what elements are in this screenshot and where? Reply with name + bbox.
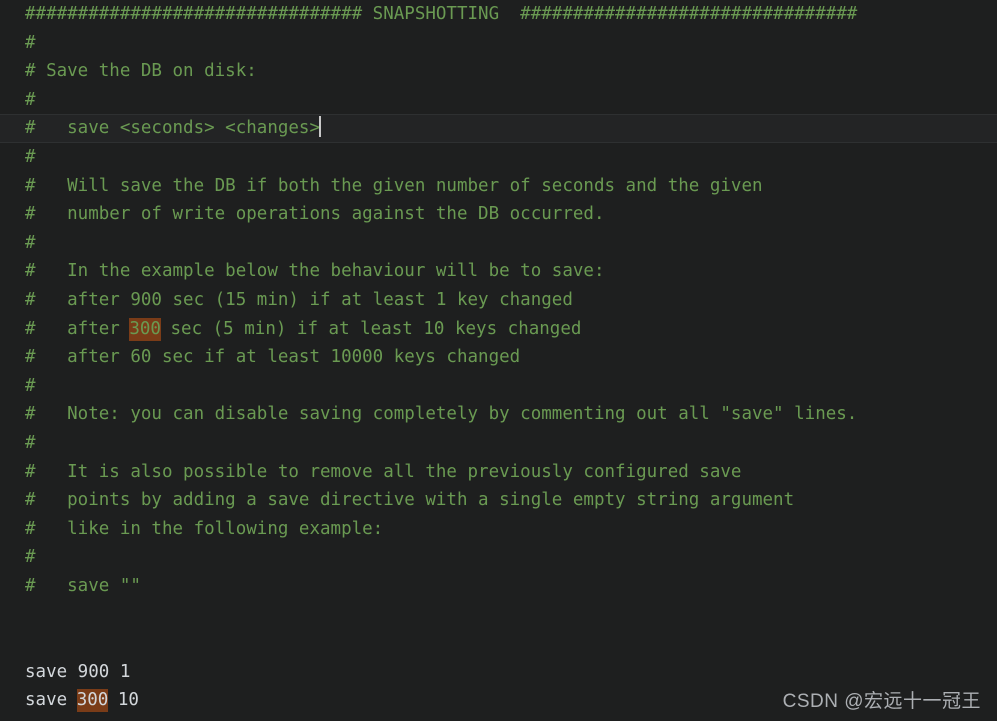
code-line[interactable]: #	[0, 229, 997, 258]
code-text: ################################ SNAPSHO…	[25, 4, 858, 24]
code-line[interactable]: save 900 1	[0, 658, 997, 687]
code-line[interactable]: # points by adding a save directive with…	[0, 486, 997, 515]
code-text: #	[25, 89, 36, 110]
code-line[interactable]: save 300 10	[0, 686, 997, 715]
code-text: #	[25, 547, 36, 568]
code-line[interactable]: # number of write operations against the…	[0, 200, 997, 229]
code-line[interactable]: #	[0, 143, 997, 172]
code-line[interactable]: # Save the DB on disk:	[0, 57, 997, 86]
code-line[interactable]: #	[0, 429, 997, 458]
code-text: # save <seconds> <changes>	[25, 118, 321, 139]
code-editor[interactable]: ################################ SNAPSHO…	[0, 0, 997, 721]
code-text: # after 60 sec if at least 10000 keys ch…	[25, 347, 521, 368]
code-text: save	[25, 690, 78, 711]
code-line[interactable]: #	[0, 86, 997, 115]
code-line[interactable]: # It is also possible to remove all the …	[0, 458, 997, 487]
code-line[interactable]: # after 900 sec (15 min) if at least 1 k…	[0, 286, 997, 315]
code-text: # points by adding a save directive with…	[25, 490, 795, 511]
code-content[interactable]: ################################ SNAPSHO…	[0, 0, 997, 721]
code-line[interactable]: # In the example below the behaviour wil…	[0, 257, 997, 286]
code-text: # after	[25, 318, 131, 339]
code-line[interactable]	[0, 600, 997, 629]
code-text: # Save the DB on disk:	[25, 61, 257, 82]
code-text: # In the example below the behaviour wil…	[25, 261, 605, 282]
code-line[interactable]: #	[0, 372, 997, 401]
code-line[interactable]: save 60 10000	[0, 715, 997, 721]
text-caret	[319, 116, 322, 138]
code-line[interactable]: # after 300 sec (5 min) if at least 10 k…	[0, 315, 997, 344]
code-text: sec (5 min) if at least 10 keys changed	[159, 318, 582, 339]
code-text: 10	[107, 690, 139, 711]
code-text: #	[25, 146, 36, 167]
code-line[interactable]	[0, 629, 997, 658]
code-text: #	[25, 32, 36, 53]
code-text: #	[25, 232, 36, 253]
code-line[interactable]: # Will save the DB if both the given num…	[0, 172, 997, 201]
code-text: # after 900 sec (15 min) if at least 1 k…	[25, 289, 573, 310]
code-text: # It is also possible to remove all the …	[25, 461, 742, 482]
code-line[interactable]: ################################ SNAPSHO…	[0, 0, 997, 29]
code-text: save 900 1	[25, 661, 131, 682]
code-line[interactable]: # after 60 sec if at least 10000 keys ch…	[0, 343, 997, 372]
code-text: # like in the following example:	[25, 518, 384, 539]
code-line[interactable]: # save <seconds> <changes>	[0, 114, 997, 143]
code-text: # Will save the DB if both the given num…	[25, 175, 763, 196]
code-text: # Note: you can disable saving completel…	[25, 404, 858, 425]
code-text: #	[25, 432, 36, 453]
code-text: # save ""	[25, 575, 141, 596]
code-line[interactable]: # save ""	[0, 572, 997, 601]
code-text: # number of write operations against the…	[25, 204, 605, 225]
code-line[interactable]: #	[0, 29, 997, 58]
code-line[interactable]: # like in the following example:	[0, 515, 997, 544]
occurrence-highlight[interactable]: 300	[76, 689, 109, 713]
occurrence-highlight[interactable]: 300	[129, 317, 161, 341]
code-text: #	[25, 375, 36, 396]
code-line[interactable]: #	[0, 543, 997, 572]
code-line[interactable]: # Note: you can disable saving completel…	[0, 400, 997, 429]
